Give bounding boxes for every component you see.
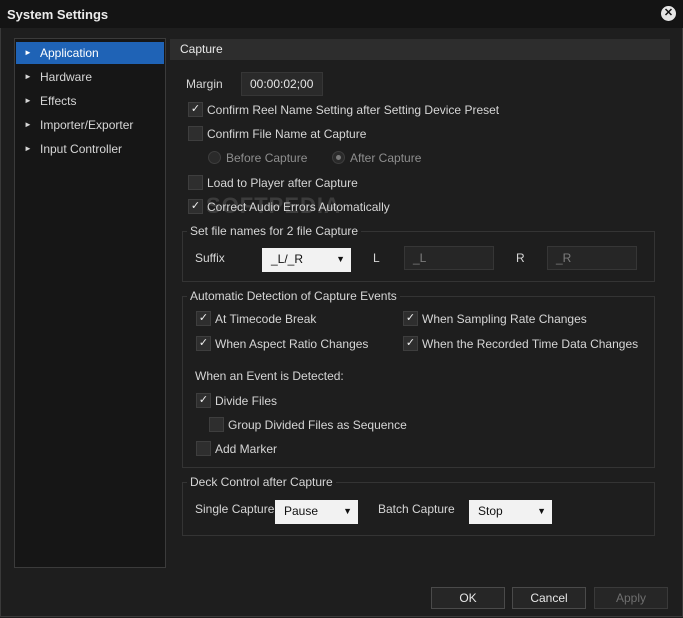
- batch-capture-select[interactable]: Stop ▼: [469, 500, 552, 524]
- sidebar: ► Application ► Hardware ► Effects ► Imp…: [14, 38, 166, 568]
- correct-audio-checkbox[interactable]: ✓: [188, 199, 203, 214]
- confirm-file-checkbox[interactable]: [188, 126, 203, 141]
- timecode-break-checkbox[interactable]: ✓: [196, 311, 211, 326]
- confirm-file-label: Confirm File Name at Capture: [207, 127, 367, 141]
- margin-label: Margin: [186, 77, 223, 91]
- sampling-rate-label: When Sampling Rate Changes: [422, 312, 587, 326]
- close-icon[interactable]: ✕: [661, 6, 676, 21]
- l-label: L: [373, 251, 380, 265]
- confirm-reel-checkbox[interactable]: ✓: [188, 102, 203, 117]
- recorded-time-checkbox[interactable]: ✓: [403, 336, 418, 351]
- divide-files-label: Divide Files: [215, 394, 278, 408]
- before-capture-label: Before Capture: [226, 151, 308, 165]
- add-marker-label: Add Marker: [215, 442, 278, 456]
- auto-detect-title: Automatic Detection of Capture Events: [187, 289, 400, 303]
- confirm-reel-label: Confirm Reel Name Setting after Setting …: [207, 103, 500, 117]
- sidebar-item-label: Input Controller: [40, 142, 123, 156]
- suffix-label: Suffix: [195, 251, 225, 265]
- batch-capture-label: Batch Capture: [378, 502, 455, 516]
- apply-button[interactable]: Apply: [594, 587, 668, 609]
- batch-capture-value: Stop: [478, 504, 503, 518]
- chevron-right-icon: ►: [24, 48, 32, 57]
- section-header: Capture: [170, 39, 670, 60]
- ok-button[interactable]: OK: [431, 587, 505, 609]
- single-capture-select[interactable]: Pause ▼: [275, 500, 358, 524]
- single-capture-value: Pause: [284, 504, 319, 518]
- timecode-break-label: At Timecode Break: [215, 312, 317, 326]
- aspect-ratio-label: When Aspect Ratio Changes: [215, 337, 369, 351]
- chevron-down-icon: ▼: [343, 506, 352, 516]
- group-divided-checkbox[interactable]: [209, 417, 224, 432]
- sidebar-item-input-controller[interactable]: ► Input Controller: [16, 138, 164, 160]
- chevron-right-icon: ►: [24, 144, 32, 153]
- recorded-time-label: When the Recorded Time Data Changes: [422, 337, 639, 351]
- before-capture-radio[interactable]: [208, 151, 221, 164]
- l-suffix-input[interactable]: _L: [404, 246, 494, 270]
- event-detected-label: When an Event is Detected:: [195, 369, 344, 383]
- chevron-right-icon: ►: [24, 96, 32, 105]
- aspect-ratio-checkbox[interactable]: ✓: [196, 336, 211, 351]
- group-divided-label: Group Divided Files as Sequence: [228, 418, 407, 432]
- margin-input[interactable]: 00:00:02;00: [241, 72, 323, 96]
- sidebar-item-hardware[interactable]: ► Hardware: [16, 66, 164, 88]
- sidebar-item-importer-exporter[interactable]: ► Importer/Exporter: [16, 114, 164, 136]
- add-marker-checkbox[interactable]: [196, 441, 211, 456]
- suffix-value: _L/_R: [271, 252, 304, 266]
- sidebar-item-label: Effects: [40, 94, 77, 108]
- watermark: SOFTPEDIA: [206, 193, 341, 218]
- r-label: R: [516, 251, 525, 265]
- chevron-right-icon: ►: [24, 120, 32, 129]
- load-player-checkbox[interactable]: [188, 175, 203, 190]
- deck-control-title: Deck Control after Capture: [187, 475, 336, 489]
- chevron-down-icon: ▼: [336, 254, 345, 264]
- sidebar-item-label: Hardware: [40, 70, 93, 84]
- section-title: Capture: [180, 42, 223, 56]
- window-title: System Settings: [7, 7, 109, 22]
- cancel-button[interactable]: Cancel: [512, 587, 586, 609]
- divide-files-checkbox[interactable]: ✓: [196, 393, 211, 408]
- file-names-title: Set file names for 2 file Capture: [187, 224, 362, 238]
- sampling-rate-checkbox[interactable]: ✓: [403, 311, 418, 326]
- sidebar-item-label: Importer/Exporter: [40, 118, 134, 132]
- after-capture-label: After Capture: [350, 151, 422, 165]
- sidebar-item-label: Application: [40, 46, 99, 60]
- chevron-down-icon: ▼: [537, 506, 546, 516]
- sidebar-item-application[interactable]: ► Application: [16, 42, 164, 64]
- sidebar-item-effects[interactable]: ► Effects: [16, 90, 164, 112]
- load-player-label: Load to Player after Capture: [207, 176, 358, 190]
- single-capture-label: Single Capture: [195, 502, 275, 516]
- after-capture-radio[interactable]: [332, 151, 345, 164]
- suffix-select[interactable]: _L/_R ▼: [262, 248, 351, 272]
- chevron-right-icon: ►: [24, 72, 32, 81]
- r-suffix-input[interactable]: _R: [547, 246, 637, 270]
